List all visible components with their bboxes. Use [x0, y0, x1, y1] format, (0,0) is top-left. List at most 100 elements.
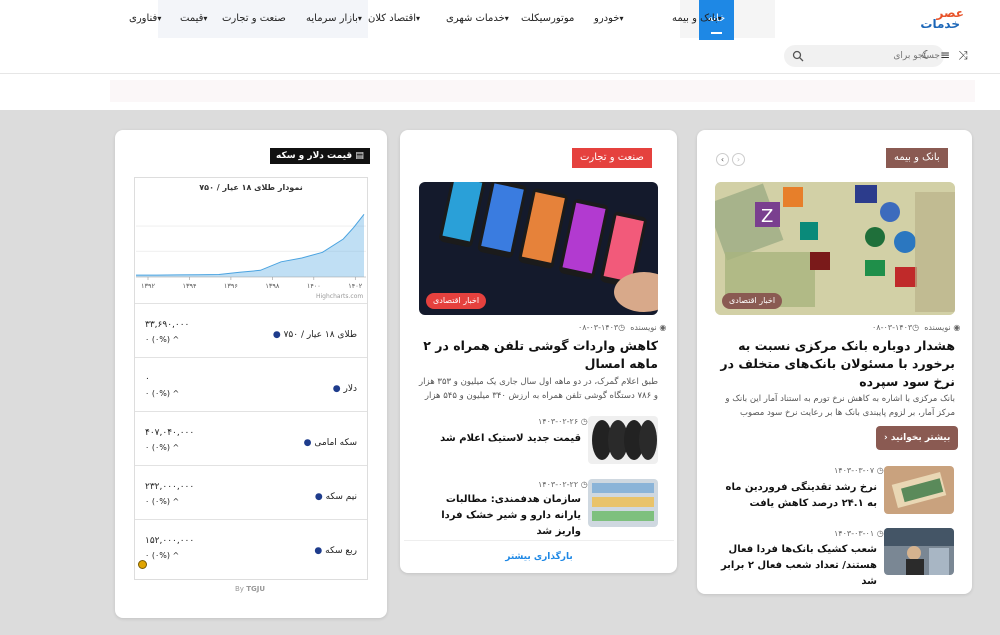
nav-item-car[interactable]: ▾خودرو	[594, 0, 623, 40]
caret-up-icon: ^	[172, 497, 180, 506]
post-meta: ◉ نویسنده ◷۱۴۰۳-۰۳-۰۸	[578, 323, 667, 332]
caret-up-icon: ^	[172, 389, 180, 398]
user-icon: ◉	[659, 323, 667, 332]
nav-item-capital-market[interactable]: ▾بازار سرمایه	[306, 0, 362, 40]
search-icon[interactable]	[792, 50, 804, 62]
chart-title: نمودار طلای ۱۸ عیار / ۷۵۰	[199, 183, 303, 192]
chevron-down-icon: ▾	[357, 14, 362, 23]
price-row: نیم سکه ● ۲۳۲,۰۰۰,۰۰۰ ۰ (۰%) ^	[135, 465, 367, 519]
clock-icon: ◷	[580, 480, 588, 489]
bullet-icon: ●	[303, 438, 312, 448]
slider-prev-icon[interactable]: ‹	[716, 153, 729, 166]
chevron-down-icon: ▾	[157, 14, 162, 23]
category-pill[interactable]: اخبار اقتصادی	[722, 293, 783, 309]
bullet-icon: ●	[314, 546, 323, 556]
price-change: ۰ (۰%) ^	[145, 389, 180, 398]
chart-credit: Highcharts.com	[316, 293, 364, 300]
news-item-title[interactable]: قیمت جدید لاستیک اعلام شد	[419, 431, 581, 447]
nav-item-macro-economy[interactable]: ▾اقتصاد کلان	[368, 0, 420, 40]
bullet-icon: ●	[272, 330, 281, 340]
site-logo[interactable]: عصر خدمات	[908, 6, 964, 32]
price-row: سکه امامی ● ۴۰۷,۰۴۰,۰۰۰ ۰ (۰%) ^	[135, 411, 367, 465]
price-name[interactable]: طلای ۱۸ عیار / ۷۵۰ ●	[273, 330, 357, 340]
item-date: ◷ ۱۴۰۳-۰۲-۲۲	[538, 480, 588, 489]
news-thumb[interactable]	[884, 528, 954, 575]
chart-x-tick-label: ۱۳۹۶	[224, 282, 238, 290]
caret-up-icon: ^	[172, 335, 180, 344]
industry-headline[interactable]: کاهش واردات گوشی تلفن همراه در ۲ ماهه ام…	[419, 337, 658, 373]
widget-credit[interactable]: By TGJU	[235, 585, 265, 593]
logo-text-bottom: خدمات	[920, 17, 960, 31]
bank-excerpt: بانک مرکزی با اشاره به کاهش نرخ تورم به …	[725, 394, 955, 418]
nav-item-city-services[interactable]: ▾خدمات شهری	[446, 0, 509, 40]
section-tag-bank[interactable]: بانک و بیمه	[886, 148, 948, 168]
nav-item-technology[interactable]: ▾فناوری	[129, 0, 161, 40]
price-row: طلای ۱۸ عیار / ۷۵۰ ● ۳۳,۶۹۰,۰۰۰ ۰ (۰%) ^	[135, 303, 367, 357]
clock-icon: ◷	[912, 323, 920, 332]
chart-x-tick-label: ۱۳۹۸	[265, 282, 279, 290]
gold-price-chart[interactable]: ۱۳۹۲ ۱۳۹۴ ۱۳۹۶ ۱۳۹۸ ۱۴۰۰ ۱۴۰۲	[136, 195, 366, 301]
chevron-down-icon: ▾	[504, 14, 509, 23]
chevron-left-icon: ‹	[884, 433, 888, 443]
shuffle-icon[interactable]: ⤨	[956, 48, 970, 62]
user-icon: ◉	[953, 323, 961, 332]
document-icon: ▤	[355, 151, 364, 161]
price-row: ربع سکه ● ۱۵۲,۰۰۰,۰۰۰ ۰ (۰%) ^	[135, 519, 367, 573]
bullet-icon: ●	[332, 384, 341, 394]
slider-next-icon[interactable]: ›	[732, 153, 745, 166]
section-tag-industry[interactable]: صنعت و تجارت	[572, 148, 652, 168]
price-value: ۴۰۷,۰۴۰,۰۰۰	[145, 428, 195, 438]
clock-icon: ◷	[876, 466, 884, 475]
item-date: ◷ ۱۴۰۳-۰۲-۲۶	[538, 417, 588, 426]
news-thumb[interactable]	[884, 466, 954, 514]
news-item-title[interactable]: سازمان هدفمندی: مطالبات یارانه دارو و شی…	[419, 492, 581, 540]
clock-icon: ◷	[580, 417, 588, 426]
ad-band	[0, 74, 1000, 110]
clock-icon: ◷	[618, 323, 626, 332]
news-item-title[interactable]: نرخ رشد تقدینگی فروردین ماه به ۲۴.۱ درصد…	[715, 480, 877, 512]
nav-item-motorcycle[interactable]: موتورسیکلت	[521, 0, 574, 40]
chart-x-tick-label: ۱۴۰۰	[307, 282, 321, 290]
price-name[interactable]: دلار ●	[333, 384, 357, 394]
chart-x-tick-label: ۱۳۹۲	[141, 282, 155, 290]
clock-icon: ◷	[876, 529, 884, 538]
moon-icon[interactable]: ☾	[920, 48, 934, 62]
nav-item-bank-insurance[interactable]: ▾بانک و بیمه	[672, 0, 722, 40]
coin-icon	[138, 560, 147, 569]
price-value: ۰	[145, 374, 150, 384]
chart-x-tick-label: ۱۴۰۲	[348, 282, 362, 290]
category-pill[interactable]: اخبار اقتصادی	[426, 293, 487, 309]
bank-headline[interactable]: هشدار دوباره بانک مرکزی نسبت به برخورد ب…	[715, 337, 955, 391]
menu-icon[interactable]: ≡	[938, 48, 952, 62]
price-name[interactable]: ربع سکه ●	[314, 546, 357, 556]
post-meta: ◉ نویسنده ◷۱۴۰۳-۰۳-۰۸	[872, 323, 961, 332]
price-value: ۱۵۲,۰۰۰,۰۰۰	[145, 536, 195, 546]
caret-up-icon: ^	[172, 443, 180, 452]
widget-title: ▤ قیمت دلار و سکه	[270, 148, 370, 164]
price-change: ۰ (۰%) ^	[145, 335, 180, 344]
caret-up-icon: ^	[172, 551, 180, 560]
chevron-down-icon: ▾	[619, 14, 624, 23]
nav-item-industry-trade[interactable]: صنعت و تجارت	[222, 0, 286, 40]
nav-item-price[interactable]: ▾قیمت	[180, 0, 207, 40]
price-value: ۳۳,۶۹۰,۰۰۰	[145, 320, 190, 330]
chevron-down-icon: ▾	[203, 14, 208, 23]
news-thumb[interactable]	[588, 479, 658, 527]
load-more-button[interactable]: بارگذاری بیشتر	[404, 540, 674, 572]
ad-placeholder	[110, 80, 975, 102]
read-more-button[interactable]: بیشتر بخوانید ‹	[876, 426, 959, 450]
news-item-title[interactable]: شعب کشیک بانک‌ها فردا فعال هستند/ تعداد …	[715, 542, 877, 590]
price-row: دلار ● ۰ ۰ (۰%) ^	[135, 357, 367, 411]
price-name[interactable]: نیم سکه ●	[315, 492, 357, 502]
bullet-icon: ●	[314, 492, 323, 502]
chevron-down-icon: ▾	[717, 14, 722, 23]
price-name[interactable]: سکه امامی ●	[304, 438, 357, 448]
chart-x-tick-label: ۱۳۹۴	[182, 282, 196, 290]
price-change: ۰ (۰%) ^	[145, 551, 180, 560]
item-date: ◷ ۱۴۰۳-۰۳-۰۷	[834, 466, 884, 475]
industry-excerpt: طبق اعلام گمرک، در دو ماهه اول سال جاری …	[419, 377, 658, 401]
price-change: ۰ (۰%) ^	[145, 443, 180, 452]
chevron-down-icon: ▾	[416, 14, 421, 23]
svg-text:Z: Z	[761, 206, 773, 227]
news-thumb[interactable]	[588, 416, 658, 464]
